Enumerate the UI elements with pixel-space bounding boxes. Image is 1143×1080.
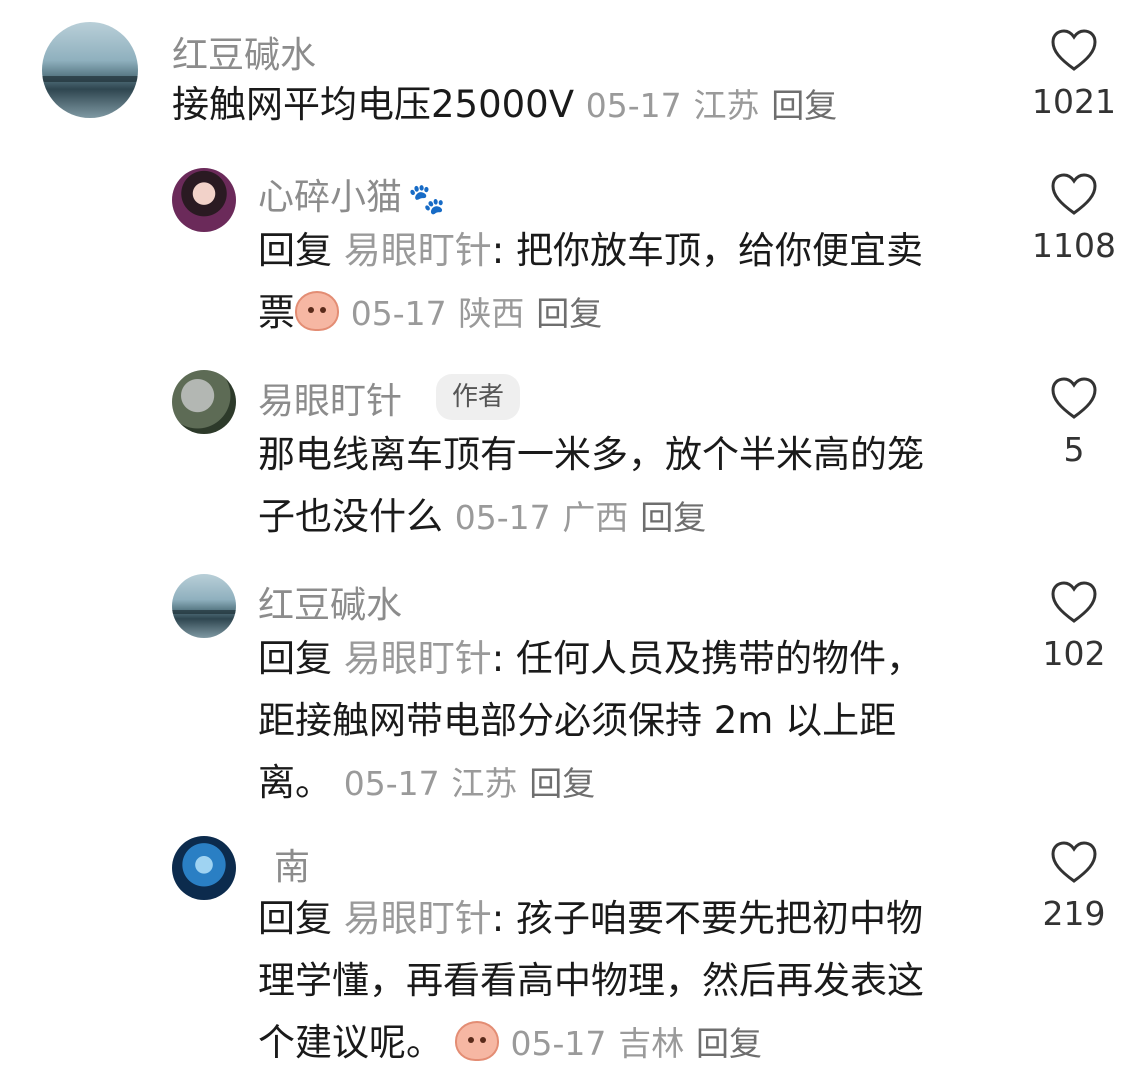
comment-line: 离。 05-17 江苏 回复 [258,752,998,815]
comment-line: 回复 易眼盯针: 孩子咱要不要先把初中物 [258,888,998,950]
comment-line: 那电线离车顶有一米多，放个半米高的笼 [258,433,924,476]
smile-face-emoji-icon [454,1021,499,1061]
comment-location: 广西 [562,498,629,537]
heart-icon [1051,581,1097,623]
comment-body: : 任何人员及携带的物件， [491,637,923,680]
comment-line: 子也没什么 05-17 广西 回复 [258,486,998,549]
comment-body: 离。 [258,761,332,804]
like-count: 1021 [1032,82,1116,121]
comment-text: 回复 易眼盯针: 任何人员及携带的物件， 距接触网带电部分必须保持 2m 以上距… [258,628,998,815]
reply-prefix: 回复 [258,897,332,940]
comment-location: 陕西 [458,294,525,333]
comment-date: 05-17 [510,1024,607,1063]
comment-line: 票 05-17 陕西 回复 [258,282,998,345]
reply-to-user[interactable]: 易眼盯针 [344,897,492,940]
reply-button[interactable]: 回复 [696,1024,762,1063]
avatar[interactable] [172,574,236,638]
reply-button[interactable]: 回复 [536,294,602,333]
avatar[interactable] [42,22,138,118]
comment-location: 吉林 [618,1024,685,1063]
like-button[interactable]: 5 [1032,376,1116,470]
comment-body: : 孩子咱要不要先把初中物 [491,897,923,940]
reply-button[interactable]: 回复 [771,86,837,125]
like-button[interactable]: 1021 [1032,28,1116,122]
comment-author[interactable]: 南 [274,838,310,890]
comment-author[interactable]: 易眼盯针 [258,372,402,424]
like-count: 219 [1042,894,1106,933]
comment-text: 回复 易眼盯针: 把你放车顶，给你便宜卖 票 05-17 陕西 回复 [258,220,998,345]
comment-author[interactable]: 红豆碱水 [258,576,402,628]
comment-body: : 把你放车顶，给你便宜卖 [491,229,923,272]
avatar[interactable] [172,836,236,900]
comment-date: 05-17 [585,86,682,125]
sweat-face-emoji-icon [295,291,339,331]
heart-icon [1051,173,1097,215]
comment-text: 那电线离车顶有一米多，放个半米高的笼 子也没什么 05-17 广西 回复 [258,424,998,549]
avatar[interactable] [172,168,236,232]
reply-button[interactable]: 回复 [529,764,595,803]
comment-body: 票 [258,291,295,334]
comment-line: 回复 易眼盯针: 把你放车顶，给你便宜卖 [258,220,998,282]
like-count: 1108 [1032,226,1116,265]
like-count: 102 [1042,634,1106,673]
comment-text: 接触网平均电压25000V 05-17 江苏 回复 [172,74,872,137]
comment-body: 接触网平均电压25000V [172,83,575,126]
heart-icon [1051,377,1097,419]
paw-icon: 🐾 [408,182,446,217]
reply-to-user[interactable]: 易眼盯针 [344,229,492,272]
comment-text: 回复 易眼盯针: 孩子咱要不要先把初中物 理学懂，再看看高中物理，然后再发表这 … [258,888,998,1075]
comment-location: 江苏 [451,764,518,803]
comment-author[interactable]: 心碎小猫 🐾 [258,168,445,220]
comment-line: 个建议呢。 05-17 吉林 回复 [258,1012,998,1075]
comment-author-name: 心碎小猫 [258,177,403,218]
reply-to-user[interactable]: 易眼盯针 [344,637,492,680]
comment-date: 05-17 [343,764,440,803]
comment-body: 个建议呢。 [258,1021,443,1064]
comment-body: 子也没什么 [258,495,443,538]
comment-author[interactable]: 红豆碱水 [172,26,316,78]
avatar[interactable] [172,370,236,434]
like-button[interactable]: 219 [1032,840,1116,934]
heart-icon [1051,29,1097,71]
like-button[interactable]: 102 [1032,580,1116,674]
comment-line: 回复 易眼盯针: 任何人员及携带的物件， [258,628,998,690]
comment-date: 05-17 [350,294,447,333]
author-badge: 作者 [436,374,521,420]
reply-prefix: 回复 [258,229,332,272]
like-button[interactable]: 1108 [1032,172,1116,266]
reply-button[interactable]: 回复 [640,498,706,537]
heart-icon [1051,841,1097,883]
reply-prefix: 回复 [258,637,332,680]
comment-location: 江苏 [693,86,760,125]
comment-line: 理学懂，再看看高中物理，然后再发表这 [258,959,924,1002]
comment-line: 距接触网带电部分必须保持 2m 以上距 [258,699,897,742]
comment-date: 05-17 [454,498,551,537]
like-count: 5 [1063,430,1085,469]
